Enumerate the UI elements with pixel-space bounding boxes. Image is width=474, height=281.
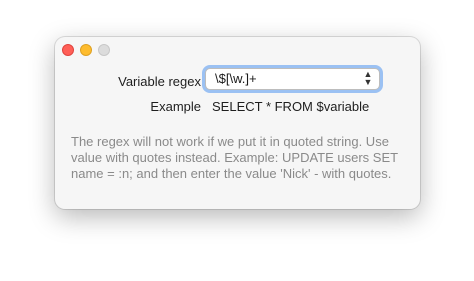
close-window-button[interactable] xyxy=(62,44,74,56)
minimize-window-button[interactable] xyxy=(80,44,92,56)
variable-regex-select[interactable]: \$[\w.]+ ▲ ▼ xyxy=(205,68,380,90)
example-value: SELECT * FROM $variable xyxy=(212,99,370,114)
help-text: The regex will not work if we put it in … xyxy=(71,134,398,181)
zoom-window-button[interactable] xyxy=(98,44,110,56)
example-label: Example xyxy=(150,99,201,114)
up-down-chevron-icon: ▲ ▼ xyxy=(363,69,373,87)
dialog-window: Variable regex \$[\w.]+ ▲ ▼ Example SELEC… xyxy=(55,37,420,209)
variable-regex-value: \$[\w.]+ xyxy=(215,71,257,86)
variable-regex-label: Variable regex xyxy=(118,74,201,89)
